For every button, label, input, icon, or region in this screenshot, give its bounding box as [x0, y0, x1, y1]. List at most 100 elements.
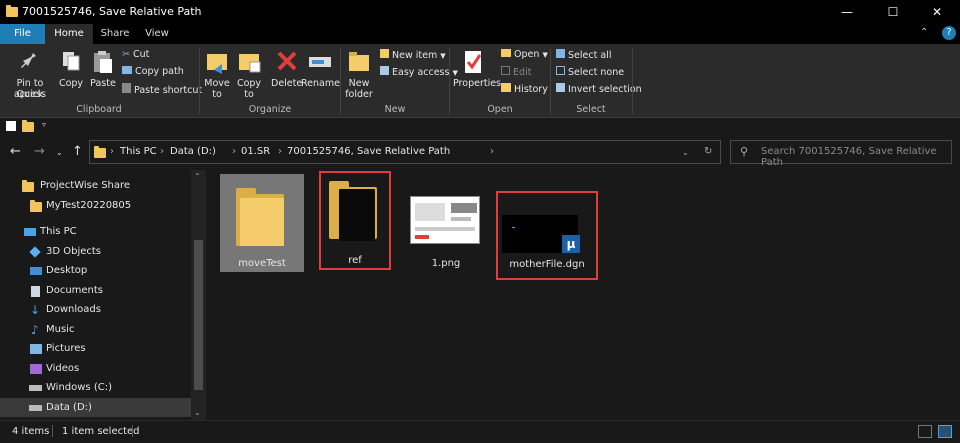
new-item-button[interactable]: New item ▼ [380, 49, 446, 61]
back-arrow-icon[interactable]: ← [10, 144, 21, 159]
address-bar[interactable]: › This PC › Data (D:) › 01.SR › 70015257… [89, 140, 721, 164]
help-icon[interactable]: ? [942, 26, 956, 40]
up-arrow-icon[interactable]: ↑ [72, 144, 83, 159]
recent-locations-icon[interactable]: ⌄ [56, 148, 63, 157]
breadcrumb-this-pc[interactable]: This PC [120, 146, 157, 157]
tab-file[interactable]: File [0, 24, 45, 44]
file-item-ref[interactable]: ref [319, 171, 391, 270]
nav-scrollbar-thumb[interactable] [194, 240, 203, 390]
history-button[interactable]: History [501, 83, 548, 95]
nav-item-pictures[interactable]: Pictures [0, 339, 191, 359]
ribbon: Pin to Quick access Copy Paste ✂ Cut Cop… [0, 44, 960, 118]
new-folder-icon [349, 52, 369, 71]
rename-label: Rename [301, 78, 340, 89]
select-all-button[interactable]: Select all [556, 49, 611, 61]
drive-icon [29, 404, 42, 411]
refresh-icon[interactable]: ↻ [704, 146, 712, 157]
move-to-button[interactable]: Move to [203, 48, 231, 100]
details-view-icon[interactable] [918, 425, 932, 438]
nav-label: Documents [46, 284, 104, 296]
move-to-label: Move [204, 78, 230, 89]
file-name: motherFile.dgn [509, 259, 585, 270]
file-item-motherfile-dgn[interactable]: μ motherFile.dgn [496, 191, 598, 280]
properties-label: Properties [453, 78, 502, 89]
tab-view[interactable]: View [137, 24, 177, 44]
copy-path-button[interactable]: Copy path [122, 66, 184, 77]
breadcrumb-current-folder[interactable]: 7001525746, Save Relative Path [287, 146, 450, 157]
nav-item-desktop[interactable]: Desktop [0, 261, 191, 281]
cube-icon [29, 245, 41, 258]
nav-item-downloads[interactable]: ↓ Downloads [0, 300, 191, 320]
delete-button[interactable]: Delete [271, 48, 302, 100]
copy-button[interactable]: Copy [58, 48, 84, 100]
nav-item-mytest[interactable]: MyTest20220805 [0, 196, 191, 216]
invert-selection-button[interactable]: Invert selection [556, 83, 642, 95]
nav-item-windows-c[interactable]: Windows (C:) [0, 378, 191, 398]
rename-icon [309, 57, 331, 67]
invert-selection-icon [556, 83, 565, 92]
copy-to-button[interactable]: Copy to [235, 48, 263, 100]
close-button[interactable]: ✕ [914, 0, 960, 24]
pin-to-quick-access-button[interactable]: Pin to Quick access [6, 48, 54, 100]
edit-button[interactable]: Edit [501, 66, 531, 78]
pin-icon [21, 50, 36, 68]
copy-path-icon [122, 66, 132, 74]
new-folder-button[interactable]: New folder [344, 48, 374, 100]
new-folder-label-2: folder [345, 89, 373, 100]
copy-icon [63, 52, 80, 71]
nav-item-documents[interactable]: Documents [0, 281, 191, 301]
rename-button[interactable]: Rename [301, 48, 340, 100]
folder-icon[interactable] [22, 120, 34, 132]
maximize-button[interactable]: ☐ [870, 0, 916, 24]
breadcrumb-01sr[interactable]: 01.SR [241, 146, 270, 157]
new-item-label: New item [392, 50, 438, 61]
copy-label: Copy [58, 78, 84, 89]
nav-item-projectwise-share[interactable]: ProjectWise Share [0, 176, 191, 196]
nav-item-3d-objects[interactable]: 3D Objects [0, 242, 191, 262]
minimize-button[interactable]: — [824, 0, 870, 24]
breadcrumb-data-d[interactable]: Data (D:) [170, 146, 216, 157]
download-icon: ↓ [30, 303, 41, 317]
open-button[interactable]: Open ▼ [501, 49, 548, 60]
search-box[interactable]: ⚲ Search 7001525746, Save Relative Path [730, 140, 952, 168]
open-group-label: Open [487, 104, 513, 115]
scroll-up-icon[interactable]: ⌃ [194, 172, 201, 181]
ribbon-divider [632, 48, 633, 114]
paste-button[interactable]: Paste [88, 48, 118, 100]
nav-item-this-pc[interactable]: This PC [0, 222, 191, 242]
nav-item-videos[interactable]: Videos [0, 359, 191, 379]
dropdown-arrow-icon: ▼ [542, 51, 548, 59]
dark-folder-icon [329, 181, 381, 241]
forward-arrow-icon[interactable]: → [34, 144, 45, 159]
tab-share[interactable]: Share [93, 24, 137, 44]
properties-icon[interactable] [6, 121, 16, 131]
easy-access-button[interactable]: Easy access ▼ [380, 66, 458, 78]
file-item-1png[interactable]: 1.png [404, 174, 488, 272]
nav-label: Downloads [46, 304, 101, 315]
chevron-up-icon[interactable]: ⌃ [920, 27, 928, 38]
delete-icon [277, 51, 297, 71]
tab-home[interactable]: Home [45, 24, 93, 44]
scroll-down-icon[interactable]: ⌄ [194, 408, 201, 417]
search-placeholder: Search 7001525746, Save Relative Path [761, 146, 937, 168]
customize-toolbar-icon[interactable]: ▿ [42, 120, 46, 129]
organize-group-label: Organize [248, 104, 292, 115]
new-group-label: New [384, 104, 406, 115]
properties-button[interactable]: Properties [453, 48, 502, 100]
title-bar: 7001525746, Save Relative Path — ☐ ✕ [0, 0, 960, 24]
documents-icon [31, 285, 40, 297]
address-dropdown-icon[interactable]: ⌄ [682, 148, 689, 157]
nav-item-data-d[interactable]: Data (D:) [0, 397, 191, 417]
file-list: moveTest ref 1.png μ motherFile.dgn [206, 166, 960, 420]
ribbon-tabs: File Home Share View ⌃ ? [0, 24, 960, 44]
open-icon [501, 49, 511, 57]
paste-shortcut-button[interactable]: Paste shortcut [122, 83, 202, 96]
file-item-movetest[interactable]: moveTest [220, 174, 304, 272]
large-icons-view-icon[interactable] [938, 425, 952, 438]
cut-button[interactable]: ✂ Cut [122, 49, 149, 60]
history-label: History [514, 84, 548, 95]
nav-item-music[interactable]: ♪ Music [0, 320, 191, 340]
select-none-button[interactable]: Select none [556, 66, 624, 78]
selection-count: 1 item selected [62, 426, 140, 437]
image-thumbnail [410, 196, 480, 244]
